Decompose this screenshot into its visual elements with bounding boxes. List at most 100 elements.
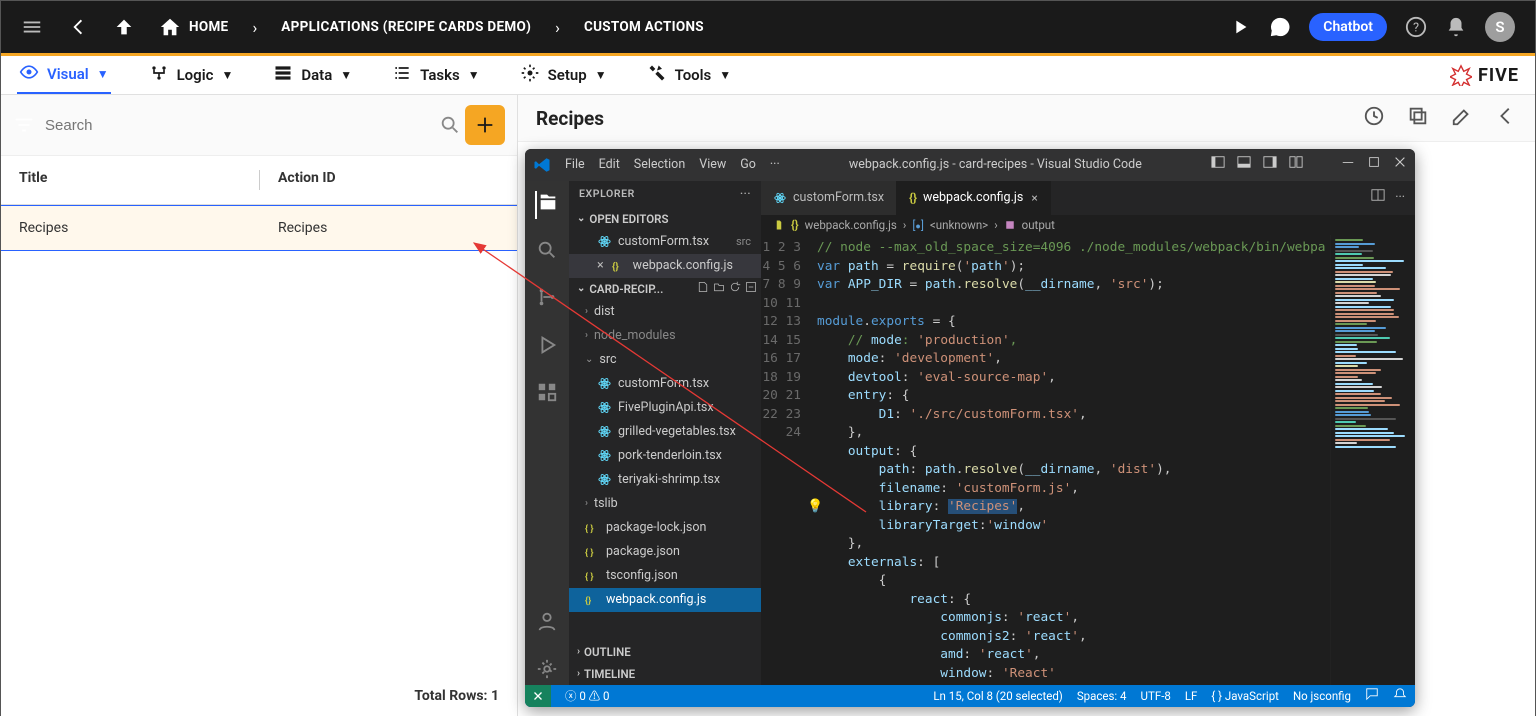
search-icon[interactable] (536, 239, 558, 267)
brand-logo: FIVE (1450, 64, 1519, 86)
tab-setup[interactable]: Setup▼ (518, 57, 609, 93)
tree-item[interactable]: customForm.tsx (569, 372, 761, 396)
vscode-editor: customForm.tsx{}webpack.config.js× ··· {}… (761, 181, 1415, 685)
vscode-menu-item[interactable]: File (565, 156, 585, 174)
tree-item[interactable]: { }package.json (569, 540, 761, 564)
vscode-menu-item[interactable]: Selection (634, 156, 685, 174)
hamburger-icon[interactable] (21, 16, 43, 38)
source-control-icon[interactable] (536, 286, 558, 314)
layout-icon[interactable] (1289, 155, 1303, 175)
more-icon[interactable]: ··· (1395, 189, 1405, 207)
breadcrumb-custom-actions[interactable]: CUSTOM ACTIONS (584, 19, 704, 35)
layout-icon[interactable] (1211, 155, 1225, 175)
tab-tasks[interactable]: Tasks▼ (390, 57, 481, 93)
breadcrumb-applications[interactable]: APPLICATIONS (RECIPE CARDS DEMO) (281, 19, 531, 35)
tab-logic-label: Logic (177, 66, 214, 84)
back-icon[interactable] (1495, 105, 1517, 131)
editor-tab[interactable]: customForm.tsx (761, 181, 897, 215)
minimize-icon[interactable] (1341, 155, 1355, 175)
open-editor-item[interactable]: ×{}webpack.config.js (569, 254, 761, 278)
tree-item[interactable]: teriyaki-shrimp.tsx (569, 468, 761, 492)
bell-icon[interactable] (1445, 16, 1467, 38)
tree-item[interactable]: {}webpack.config.js (569, 588, 761, 612)
copy-icon[interactable] (1407, 105, 1429, 131)
timeline-section[interactable]: ›TIMELINE (569, 663, 761, 685)
feedback-icon[interactable] (1365, 687, 1379, 705)
tree-item[interactable]: pork-tenderloin.tsx (569, 444, 761, 468)
tree-item[interactable]: { }tsconfig.json (569, 564, 761, 588)
up-icon[interactable] (113, 16, 135, 38)
tree-item[interactable]: grilled-vegetables.tsx (569, 420, 761, 444)
split-editor-icon[interactable] (1371, 188, 1385, 208)
editor-breadcrumb[interactable]: {} webpack.config.js › [●] <unknown> › o… (761, 215, 1415, 235)
edit-icon[interactable] (1451, 105, 1473, 131)
project-section[interactable]: ⌄CARD-RECIP... (569, 278, 761, 300)
tree-item[interactable]: ›dist (569, 300, 761, 324)
tab-visual[interactable]: Visual ▼ (17, 56, 111, 94)
chevron-right-icon: › (555, 18, 560, 37)
extensions-icon[interactable] (536, 381, 558, 409)
outline-section[interactable]: ›OUTLINE (569, 641, 761, 663)
remote-icon[interactable] (525, 685, 551, 707)
help-icon[interactable]: ? (1405, 16, 1427, 38)
search-icon[interactable] (439, 114, 461, 136)
open-editor-item[interactable]: customForm.tsxsrc (569, 230, 761, 254)
search-input[interactable] (39, 109, 435, 142)
account-icon[interactable] (536, 610, 558, 638)
chatbot-button[interactable]: Chatbot (1309, 13, 1387, 41)
play-icon[interactable] (1229, 16, 1251, 38)
status-eol[interactable]: LF (1185, 688, 1198, 704)
column-action-id[interactable]: Action ID (278, 170, 499, 190)
column-title[interactable]: Title (19, 170, 259, 190)
breadcrumb-home[interactable]: HOME (159, 16, 228, 38)
layout-icon[interactable] (1237, 155, 1251, 175)
run-debug-icon[interactable] (536, 334, 558, 362)
vscode-logo-icon (533, 156, 551, 174)
editor-tab[interactable]: {}webpack.config.js× (897, 181, 1051, 215)
status-spaces[interactable]: Spaces: 4 (1077, 688, 1127, 704)
tab-data[interactable]: Data▼ (271, 57, 354, 93)
avatar[interactable]: S (1485, 12, 1515, 42)
chat-icon[interactable] (1269, 16, 1291, 38)
status-encoding[interactable]: UTF-8 (1141, 688, 1171, 704)
open-editors-section[interactable]: ⌄OPEN EDITORS (569, 208, 761, 230)
filter-icon[interactable] (13, 114, 35, 136)
status-position[interactable]: Ln 15, Col 8 (20 selected) (933, 688, 1062, 704)
more-icon[interactable]: ··· (740, 187, 751, 202)
vscode-titlebar[interactable]: FileEditSelectionViewGo ··· webpack.conf… (525, 149, 1415, 181)
tree-item[interactable]: ›node_modules (569, 324, 761, 348)
close-icon[interactable] (1393, 155, 1407, 175)
minimap[interactable] (1330, 235, 1415, 685)
add-button[interactable] (465, 105, 505, 145)
status-language[interactable]: { } JavaScript (1211, 688, 1279, 704)
table-row[interactable]: Recipes Recipes (1, 205, 517, 251)
maximize-icon[interactable] (1367, 155, 1381, 175)
tab-logic[interactable]: Logic▼ (147, 57, 236, 93)
vscode-menu-item[interactable]: View (699, 156, 726, 174)
vscode-sidebar: EXPLORER··· ⌄OPEN EDITORS customForm.tsx… (569, 181, 761, 685)
code-area[interactable]: // node --max_old_space_size=4096 ./node… (809, 235, 1330, 685)
new-folder-icon[interactable] (713, 281, 725, 297)
tree-item[interactable]: ⌄src (569, 348, 761, 372)
layout-icon[interactable] (1263, 155, 1277, 175)
vscode-menu-item[interactable]: Edit (599, 156, 620, 174)
tree-item[interactable]: { }package-lock.json (569, 516, 761, 540)
tab-tools[interactable]: Tools▼ (645, 57, 734, 93)
bell-icon[interactable] (1393, 687, 1407, 705)
tree-item[interactable]: FivePluginApi.tsx (569, 396, 761, 420)
history-icon[interactable] (1363, 105, 1385, 131)
status-errors[interactable]: ⓧ 0 ⚠ 0 (565, 688, 610, 704)
explorer-icon[interactable] (535, 191, 559, 219)
back-icon[interactable] (67, 16, 89, 38)
svg-text:{}: {} (612, 260, 619, 273)
vscode-menu-bar[interactable]: File Edit Selection View Go (565, 156, 756, 174)
vscode-menu-item[interactable]: Go (740, 156, 756, 174)
collapse-icon[interactable] (745, 281, 757, 297)
status-jsconfig[interactable]: No jsconfig (1293, 688, 1351, 704)
refresh-icon[interactable] (729, 281, 741, 297)
tree-item[interactable]: ›tslib (569, 492, 761, 516)
vscode-status-bar[interactable]: ⓧ 0 ⚠ 0 Ln 15, Col 8 (20 selected) Space… (525, 685, 1415, 707)
vscode-activity-bar (525, 181, 569, 685)
settings-icon[interactable] (536, 658, 558, 686)
new-file-icon[interactable] (697, 281, 709, 297)
